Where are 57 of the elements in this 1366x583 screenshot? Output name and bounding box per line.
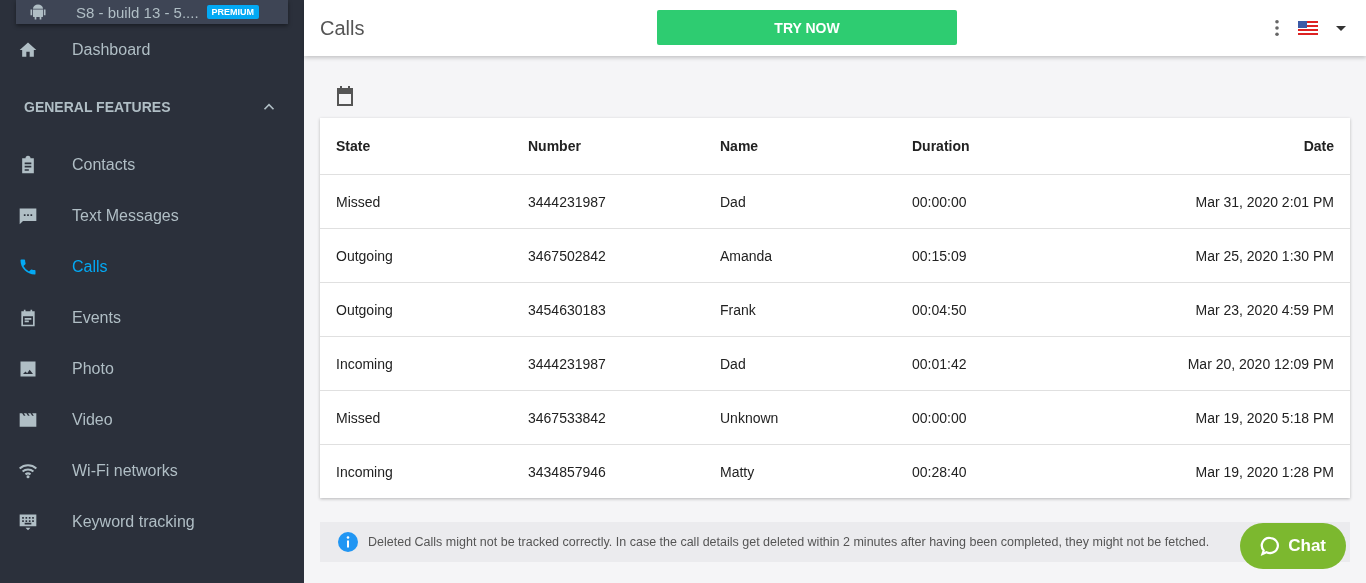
- table-cell-text: 00:00:00: [912, 193, 968, 210]
- sidebar-item[interactable]: Wi-Fi networks: [0, 445, 304, 496]
- column-header: Duration: [912, 138, 971, 154]
- table-cell-text: 3467502842: [528, 247, 607, 264]
- table-cell-text: Dad: [720, 193, 747, 210]
- table-cell-text: 00:01:42: [912, 355, 968, 372]
- table-cell-text: 00:28:40: [912, 463, 968, 480]
- table-cell-text: Mar 20, 2020 12:09 PM: [1186, 355, 1334, 372]
- table-cell-text: Unknown: [720, 409, 780, 426]
- device-title: S8 - build 13 - 5....: [76, 3, 199, 21]
- premium-badge: PREMIUM: [206, 5, 260, 19]
- sidebar-item[interactable]: Photo: [0, 343, 304, 394]
- table-cell-text: Outgoing: [336, 301, 394, 318]
- column-header: Date: [1302, 138, 1334, 154]
- table-cell-text: 3444231987: [528, 355, 607, 372]
- table-cell-text: Mar 31, 2020 2:01 PM: [1194, 193, 1334, 210]
- device-card[interactable]: S8 - build 13 - 5.... PREMIUM: [16, 0, 288, 24]
- section-header[interactable]: GENERAL FEATURES: [0, 75, 304, 139]
- chat-bubble-icon: [1260, 536, 1281, 556]
- table-cell-text: Outgoing: [336, 247, 394, 264]
- notice-text: Deleted Calls might not be tracked correctly. In case the call details get deleted within 2 minutes after having been completed, they might not be fetched.: [368, 535, 1210, 549]
- column-header: Name: [720, 138, 760, 154]
- table-cell-text: Incoming: [336, 463, 394, 480]
- flag-icon[interactable]: [1298, 21, 1318, 35]
- table-cell-text: Amanda: [720, 247, 774, 264]
- table-cell-text: Matty: [720, 463, 756, 480]
- dropdown-caret-icon[interactable]: [1336, 25, 1346, 31]
- table-cell-text: Frank: [720, 301, 757, 318]
- column-header: State: [336, 138, 372, 154]
- table-cell-text: Mar 19, 2020 5:18 PM: [1194, 409, 1334, 426]
- more-icon[interactable]: [1274, 19, 1280, 37]
- sidebar-item[interactable]: Video: [0, 394, 304, 445]
- column-header: Number: [528, 138, 582, 154]
- sidebar-item[interactable]: Text Messages: [0, 190, 304, 241]
- table-cell-text: 3454630183: [528, 301, 607, 318]
- sidebar-item[interactable]: Calls: [0, 241, 304, 292]
- table-cell-text: 3467533842: [528, 409, 607, 426]
- table-cell-text: Missed: [336, 409, 382, 426]
- table-cell-text: 00:00:00: [912, 409, 968, 426]
- table-cell-text: Missed: [336, 193, 382, 210]
- table-cell-text: Mar 25, 2020 1:30 PM: [1194, 247, 1334, 264]
- sidebar-item[interactable]: Contacts: [0, 139, 304, 190]
- table-cell-text: Dad: [720, 355, 747, 372]
- sidebar-item[interactable]: Events: [0, 292, 304, 343]
- table-cell-text: Mar 19, 2020 1:28 PM: [1194, 463, 1334, 480]
- page-title: Calls: [320, 16, 365, 40]
- calendar-icon: [18, 307, 38, 328]
- table-cell-text: 3444231987: [528, 193, 607, 210]
- info-icon: [338, 532, 358, 552]
- table-cell-text: 3434857946: [528, 463, 607, 480]
- table-cell-text: Incoming: [336, 355, 394, 372]
- table-cell-text: Mar 23, 2020 4:59 PM: [1194, 301, 1334, 318]
- android-icon: [28, 2, 48, 22]
- sidebar-item[interactable]: Dashboard: [0, 24, 304, 75]
- sidebar-item[interactable]: Keyword tracking: [0, 496, 304, 547]
- table-cell-text: 00:15:09: [912, 247, 968, 264]
- table-cell-text: 00:04:50: [912, 301, 968, 318]
